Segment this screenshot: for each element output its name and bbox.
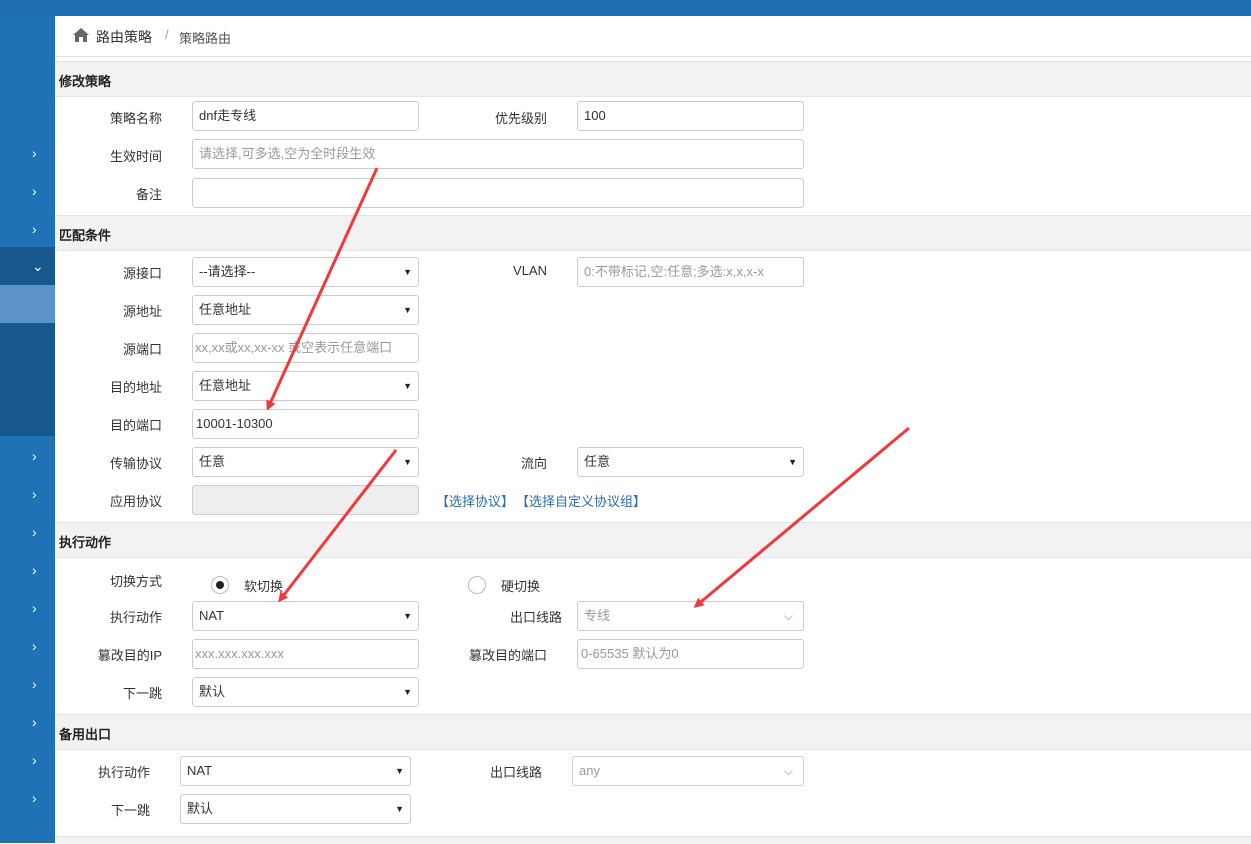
dst-address-select[interactable]: 任意地址 ▼ [192, 371, 419, 401]
priority-label: 优先级别 [494, 111, 547, 126]
src-address-value: 任意地址 [199, 302, 252, 317]
src-interface-value: --请选择-- [199, 264, 256, 279]
src-port-input[interactable]: xx,xx或xx,xx-xx 或空表示任意端口 [192, 333, 419, 363]
section-header-match: 匹配条件 [55, 215, 1251, 251]
direction-label: 流向 [520, 456, 547, 471]
top-bar [0, 0, 1251, 16]
chevron-down-icon: ⌵ [783, 764, 793, 778]
caret-down-icon: ▼ [403, 457, 412, 467]
out-line-label: 出口线路 [509, 610, 562, 625]
src-interface-select[interactable]: --请选择-- ▼ [192, 257, 419, 287]
src-interface-label: 源接口 [122, 266, 162, 281]
breadcrumb-parent[interactable]: 路由策略 [96, 27, 152, 47]
breadcrumb: 路由策略 / 策略路由 [55, 16, 1251, 57]
backup-next-hop-label: 下一跳 [110, 803, 150, 818]
app-protocol-label: 应用协议 [109, 494, 162, 509]
breadcrumb-separator: / [165, 27, 169, 42]
vlan-input[interactable]: 0:不带标记,空:任意;多选:x,x,x-x [577, 257, 804, 287]
caret-down-icon: ▼ [403, 611, 412, 621]
switch-mode-label: 切换方式 [109, 574, 162, 589]
tamper-dst-ip-label: 篡改目的IP [97, 648, 162, 663]
sidebar-item-12[interactable]: › [0, 703, 55, 741]
tamper-dst-port-input[interactable]: 0-65535 默认为0 [577, 639, 804, 669]
soft-switch-label: 软切换 [244, 579, 284, 594]
backup-exec-action-value: NAT [187, 763, 213, 778]
section-header-action: 执行动作 [55, 522, 1251, 558]
section-header-modify: 修改策略 [55, 61, 1251, 97]
remark-input[interactable] [192, 178, 804, 208]
chevron-right-icon: › [32, 221, 37, 237]
backup-exec-action-label: 执行动作 [97, 765, 150, 780]
hard-switch-radio[interactable] [468, 576, 486, 594]
home-icon[interactable] [72, 27, 90, 43]
effective-time-input[interactable]: 请选择,可多选,空为全时段生效 [192, 139, 804, 169]
out-line-value: 专线 [584, 608, 611, 623]
transport-protocol-label: 传输协议 [109, 456, 162, 471]
remark-label: 备注 [135, 187, 162, 202]
chevron-down-icon: ⌵ [783, 609, 793, 623]
out-line-select[interactable]: 专线 ⌵ [577, 601, 804, 631]
backup-next-hop-value: 默认 [187, 801, 214, 816]
section-title: 修改策略 [59, 74, 112, 89]
section-title: 执行动作 [59, 535, 112, 550]
exec-action-select[interactable]: NAT ▼ [192, 601, 419, 631]
next-hop-label: 下一跳 [122, 686, 162, 701]
section-title: 匹配条件 [59, 228, 112, 243]
tamper-dst-port-label: 篡改目的端口 [468, 648, 547, 663]
src-port-label: 源端口 [122, 342, 162, 357]
caret-down-icon: ▼ [395, 766, 404, 776]
app-protocol-input [192, 485, 419, 515]
transport-protocol-value: 任意 [199, 454, 226, 469]
next-hop-select[interactable]: 默认 ▼ [192, 677, 419, 707]
policy-name-label: 策略名称 [109, 111, 162, 126]
select-protocol-link[interactable]: 【选择协议】 [436, 491, 514, 510]
dst-port-input[interactable]: 10001-10300 [192, 409, 419, 439]
vlan-label: VLAN [513, 263, 547, 278]
direction-select[interactable]: 任意 ▼ [577, 447, 804, 477]
src-address-select[interactable]: 任意地址 ▼ [192, 295, 419, 325]
chevron-right-icon: › [32, 524, 37, 540]
tamper-dst-ip-input[interactable]: xxx.xxx.xxx.xxx [192, 639, 419, 669]
dst-address-label: 目的地址 [109, 380, 162, 395]
soft-switch-radio[interactable] [211, 576, 229, 594]
exec-action-label: 执行动作 [109, 610, 162, 625]
hard-switch-label: 硬切换 [501, 579, 541, 594]
backup-out-line-label: 出口线路 [489, 765, 542, 780]
backup-out-line-select[interactable]: any ⌵ [572, 756, 804, 786]
sidebar-item-7[interactable]: › [0, 513, 55, 551]
dst-address-value: 任意地址 [199, 378, 252, 393]
priority-input[interactable]: 100 [577, 101, 804, 131]
dst-port-label: 目的端口 [109, 418, 162, 433]
direction-value: 任意 [584, 454, 611, 469]
chevron-right-icon: › [32, 714, 37, 730]
section-title: 备用出口 [59, 727, 112, 742]
backup-next-hop-select[interactable]: 默认 ▼ [180, 794, 411, 824]
transport-protocol-select[interactable]: 任意 ▼ [192, 447, 419, 477]
sidebar-item-3[interactable]: › [0, 210, 55, 248]
section-header-backup: 备用出口 [55, 714, 1251, 750]
caret-down-icon: ▼ [403, 687, 412, 697]
exec-action-value: NAT [199, 608, 225, 623]
caret-down-icon: ▼ [403, 305, 412, 315]
policy-name-input[interactable]: dnf走专线 [192, 101, 419, 131]
src-address-label: 源地址 [122, 304, 162, 319]
backup-exec-action-select[interactable]: NAT ▼ [180, 756, 411, 786]
effective-time-label: 生效时间 [109, 149, 162, 164]
breadcrumb-current: 策略路由 [179, 31, 232, 46]
caret-down-icon: ▼ [395, 804, 404, 814]
caret-down-icon: ▼ [403, 267, 412, 277]
next-hop-value: 默认 [199, 684, 226, 699]
backup-out-line-value: any [579, 763, 600, 778]
caret-down-icon: ▼ [788, 457, 797, 467]
select-custom-protocol-group-link[interactable]: 【选择自定义协议组】 [516, 491, 646, 510]
caret-down-icon: ▼ [403, 381, 412, 391]
